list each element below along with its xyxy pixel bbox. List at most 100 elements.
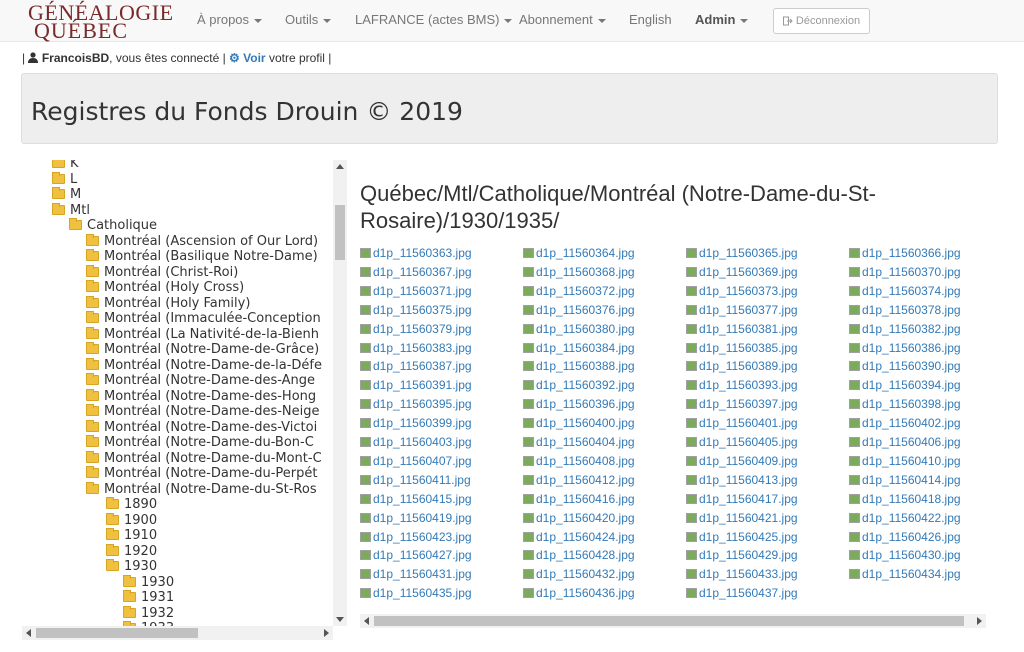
file-link[interactable]: d1p_11560367.jpg xyxy=(373,265,472,279)
file-item[interactable]: d1p_11560413.jpg xyxy=(686,471,798,489)
file-item[interactable]: d1p_11560437.jpg xyxy=(686,584,798,602)
nav-abonnement[interactable]: Abonnement xyxy=(519,12,606,27)
file-link[interactable]: d1p_11560364.jpg xyxy=(536,246,635,260)
file-link[interactable]: d1p_11560396.jpg xyxy=(536,397,635,411)
file-link[interactable]: d1p_11560419.jpg xyxy=(373,511,472,525)
file-link[interactable]: d1p_11560397.jpg xyxy=(699,397,798,411)
file-item[interactable]: d1p_11560396.jpg xyxy=(523,395,635,413)
tree-node[interactable]: Catholique xyxy=(69,218,157,233)
file-item[interactable]: d1p_11560401.jpg xyxy=(686,414,798,432)
file-item[interactable]: d1p_11560408.jpg xyxy=(523,452,635,470)
file-item[interactable]: d1p_11560394.jpg xyxy=(849,376,961,394)
file-link[interactable]: d1p_11560379.jpg xyxy=(373,322,472,336)
file-link[interactable]: d1p_11560406.jpg xyxy=(862,435,961,449)
file-item[interactable]: d1p_11560424.jpg xyxy=(523,528,635,546)
file-item[interactable]: d1p_11560392.jpg xyxy=(523,376,635,394)
file-link[interactable]: d1p_11560437.jpg xyxy=(699,586,798,600)
file-link[interactable]: d1p_11560388.jpg xyxy=(536,359,635,373)
tree-node[interactable]: Montréal (Christ-Roi) xyxy=(86,264,238,280)
file-link[interactable]: d1p_11560376.jpg xyxy=(536,303,635,317)
tree-node[interactable]: Montréal (Notre-Dame-du-Mont-C xyxy=(86,450,322,466)
tree-node[interactable]: M xyxy=(52,187,81,202)
file-item[interactable]: d1p_11560389.jpg xyxy=(686,357,798,375)
file-item[interactable]: d1p_11560432.jpg xyxy=(523,565,635,583)
file-link[interactable]: d1p_11560365.jpg xyxy=(699,246,798,260)
file-item[interactable]: d1p_11560371.jpg xyxy=(360,282,472,300)
file-link[interactable]: d1p_11560395.jpg xyxy=(373,397,472,411)
file-item[interactable]: d1p_11560434.jpg xyxy=(849,565,961,583)
file-item[interactable]: d1p_11560393.jpg xyxy=(686,376,798,394)
file-item[interactable]: d1p_11560404.jpg xyxy=(523,433,635,451)
file-link[interactable]: d1p_11560413.jpg xyxy=(699,473,798,487)
file-item[interactable]: d1p_11560417.jpg xyxy=(686,490,798,508)
scroll-down-icon[interactable] xyxy=(336,617,344,622)
tree-node[interactable]: 1900 xyxy=(106,512,157,528)
file-link[interactable]: d1p_11560417.jpg xyxy=(699,492,798,506)
file-item[interactable]: d1p_11560428.jpg xyxy=(523,546,635,564)
file-item[interactable]: d1p_11560364.jpg xyxy=(523,244,635,262)
tree-node[interactable]: Montréal (Holy Cross) xyxy=(86,280,244,295)
file-link[interactable]: d1p_11560370.jpg xyxy=(862,265,961,279)
file-link[interactable]: d1p_11560372.jpg xyxy=(536,284,635,298)
file-link[interactable]: d1p_11560381.jpg xyxy=(699,322,798,336)
scroll-left-icon[interactable] xyxy=(26,629,31,637)
file-link[interactable]: d1p_11560373.jpg xyxy=(699,284,798,298)
file-item[interactable]: d1p_11560381.jpg xyxy=(686,320,798,338)
file-item[interactable]: d1p_11560425.jpg xyxy=(686,528,798,546)
file-item[interactable]: d1p_11560407.jpg xyxy=(360,452,472,470)
file-link[interactable]: d1p_11560427.jpg xyxy=(373,548,472,562)
tree-horizontal-scrollbar[interactable] xyxy=(22,626,333,640)
scroll-right-icon[interactable] xyxy=(977,617,982,625)
file-item[interactable]: d1p_11560377.jpg xyxy=(686,301,798,319)
file-link[interactable]: d1p_11560405.jpg xyxy=(699,435,798,449)
file-link[interactable]: d1p_11560377.jpg xyxy=(699,303,798,317)
file-item[interactable]: d1p_11560431.jpg xyxy=(360,565,472,583)
file-item[interactable]: d1p_11560423.jpg xyxy=(360,528,472,546)
scroll-thumb[interactable] xyxy=(36,628,198,638)
file-item[interactable]: d1p_11560402.jpg xyxy=(849,414,961,432)
tree-vertical-scrollbar[interactable] xyxy=(333,160,347,626)
tree-node[interactable]: 1930 xyxy=(123,574,174,590)
tree-node[interactable]: Montréal (Notre-Dame-du-Bon-C xyxy=(86,435,314,450)
site-logo[interactable]: GÉNÉALOGIE QUÉBEC xyxy=(28,2,173,42)
file-link[interactable]: d1p_11560408.jpg xyxy=(536,454,635,468)
tree-node[interactable]: Montréal (Immaculée-Conception xyxy=(86,311,321,326)
tree-node[interactable]: Montréal (Notre-Dame-des-Neige xyxy=(86,404,320,419)
file-link[interactable]: d1p_11560423.jpg xyxy=(373,530,472,544)
tree-node[interactable]: Montréal (Notre-Dame-de-Grâce) xyxy=(86,342,319,357)
file-link[interactable]: d1p_11560424.jpg xyxy=(536,530,635,544)
tree-node[interactable]: 1931 xyxy=(123,590,174,605)
file-item[interactable]: d1p_11560372.jpg xyxy=(523,282,635,300)
file-item[interactable]: d1p_11560433.jpg xyxy=(686,565,798,583)
nav-outils[interactable]: Outils xyxy=(285,12,332,27)
file-item[interactable]: d1p_11560397.jpg xyxy=(686,395,798,413)
file-link[interactable]: d1p_11560389.jpg xyxy=(699,359,798,373)
file-link[interactable]: d1p_11560385.jpg xyxy=(699,341,798,355)
file-item[interactable]: d1p_11560412.jpg xyxy=(523,471,635,489)
nav-admin[interactable]: Admin xyxy=(695,12,749,27)
file-item[interactable]: d1p_11560411.jpg xyxy=(360,471,471,489)
file-link[interactable]: d1p_11560416.jpg xyxy=(536,492,635,506)
tree-node[interactable]: Montréal (Ascension of Our Lord) xyxy=(86,233,318,249)
file-link[interactable]: d1p_11560407.jpg xyxy=(373,454,472,468)
tree-node[interactable]: 1932 xyxy=(123,605,174,621)
file-item[interactable]: d1p_11560409.jpg xyxy=(686,452,798,470)
file-item[interactable]: d1p_11560367.jpg xyxy=(360,263,472,281)
file-link[interactable]: d1p_11560414.jpg xyxy=(862,473,961,487)
tree-node[interactable]: 1920 xyxy=(106,543,157,559)
tree-node[interactable]: Mtl xyxy=(52,202,90,218)
file-link[interactable]: d1p_11560391.jpg xyxy=(373,378,472,392)
file-item[interactable]: d1p_11560435.jpg xyxy=(360,584,472,602)
file-link[interactable]: d1p_11560434.jpg xyxy=(862,567,961,581)
file-link[interactable]: d1p_11560390.jpg xyxy=(862,359,961,373)
file-link[interactable]: d1p_11560384.jpg xyxy=(536,341,635,355)
file-link[interactable]: d1p_11560428.jpg xyxy=(536,548,635,562)
file-item[interactable]: d1p_11560363.jpg xyxy=(360,244,472,262)
file-link[interactable]: d1p_11560366.jpg xyxy=(862,246,961,260)
file-item[interactable]: d1p_11560385.jpg xyxy=(686,339,798,357)
file-link[interactable]: d1p_11560368.jpg xyxy=(536,265,635,279)
file-link[interactable]: d1p_11560393.jpg xyxy=(699,378,798,392)
tree-node[interactable]: Montréal (Notre-Dame-du-Perpét xyxy=(86,466,317,481)
scroll-right-icon[interactable] xyxy=(324,629,329,637)
scroll-up-icon[interactable] xyxy=(336,164,344,169)
